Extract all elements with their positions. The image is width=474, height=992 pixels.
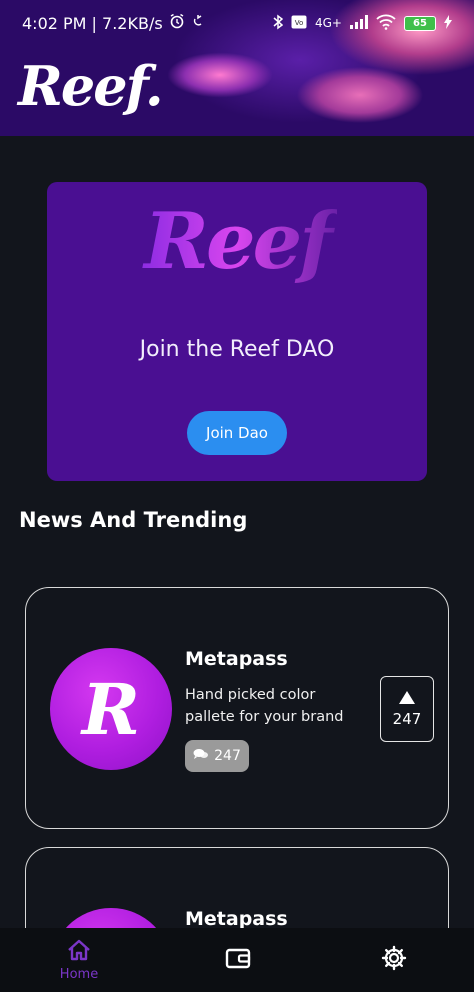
wifi-icon	[376, 14, 396, 33]
comment-count: 247	[214, 748, 241, 764]
dao-title: Join the Reef DAO	[139, 337, 335, 362]
nav-home[interactable]: Home	[50, 928, 108, 992]
avatar-letter: R	[81, 667, 141, 751]
comment-icon	[193, 748, 209, 765]
header-banner: 4:02 PM | 7.2KB/s Vo 4G+ 65 Reef.	[0, 0, 474, 136]
join-dao-button[interactable]: Join Dao	[187, 411, 287, 455]
news-card[interactable]: R Metapass Hand picked color pallete for…	[25, 587, 449, 829]
nav-wallet[interactable]	[216, 928, 260, 992]
signal-icon	[350, 14, 368, 32]
dao-card: Reef Join the Reef DAO Join Dao	[47, 182, 427, 481]
news-description: Hand picked color pallete for your brand	[185, 687, 344, 725]
wallet-icon	[225, 946, 251, 974]
avatar: R	[50, 648, 172, 770]
news-title: Metapass	[185, 908, 288, 930]
home-icon	[67, 939, 91, 965]
nav-home-label: Home	[59, 966, 99, 982]
sync-icon	[191, 13, 205, 33]
status-bar: 4:02 PM | 7.2KB/s Vo 4G+ 65	[0, 0, 474, 46]
battery-icon: 65	[404, 15, 436, 31]
news-title: Metapass	[185, 648, 288, 670]
bottom-nav: Home	[0, 928, 474, 992]
upvote-button[interactable]: 247	[380, 676, 434, 742]
gear-icon	[381, 945, 407, 975]
reef-dao-logo: Reef	[137, 192, 337, 292]
network-label: 4G+	[315, 16, 342, 30]
app-logo: Reef.	[18, 54, 164, 118]
upvote-arrow-icon	[399, 690, 415, 704]
bluetooth-icon	[273, 14, 284, 33]
status-time: 4:02 PM | 7.2KB/s	[22, 13, 163, 33]
section-title: News And Trending	[19, 508, 248, 532]
nav-settings[interactable]	[372, 928, 416, 992]
volte-icon: Vo	[291, 15, 307, 32]
svg-text:Vo: Vo	[295, 19, 304, 27]
charging-icon	[444, 14, 452, 32]
comments-button[interactable]: 247	[185, 740, 249, 772]
vote-count: 247	[392, 709, 422, 728]
alarm-icon	[169, 13, 185, 33]
